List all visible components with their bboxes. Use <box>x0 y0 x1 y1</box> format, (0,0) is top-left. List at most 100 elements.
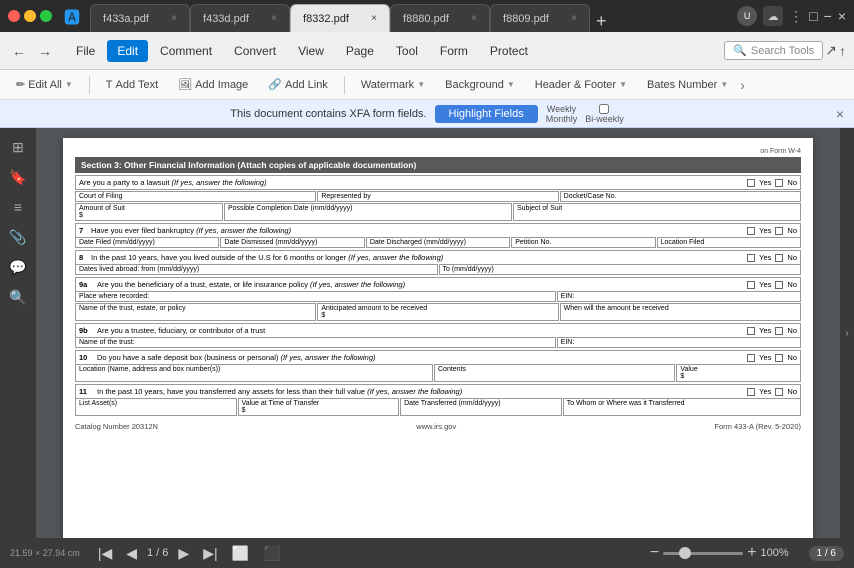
add-image-button[interactable]: 🖼 Add Image <box>170 75 256 94</box>
tab-f8880[interactable]: f8880.pdf × <box>390 4 490 32</box>
restore-button[interactable]: □ <box>809 8 817 24</box>
tab-f8332[interactable]: f8332.pdf × <box>290 4 390 32</box>
lawsuit-no-cb[interactable] <box>775 179 783 187</box>
value-transfer-field[interactable]: Value at Time of Transfer$ <box>238 398 400 416</box>
location-box-field[interactable]: Location (Name, address and box number(s… <box>75 364 433 382</box>
tab-f8809[interactable]: f8809.pdf × <box>490 4 590 32</box>
next-page-button[interactable]: ▶ <box>174 543 193 564</box>
lawsuit-yes-cb[interactable] <box>747 179 755 187</box>
zoom-in-button[interactable]: + <box>747 544 756 562</box>
watermark-button[interactable]: Watermark ▼ <box>353 76 433 94</box>
tab-close-f433a[interactable]: × <box>171 13 177 24</box>
sidebar-layers-icon[interactable]: ≡ <box>7 196 29 218</box>
first-page-button[interactable]: |◀ <box>94 543 116 564</box>
date-dismissed-field[interactable]: Date Dismissed (mm/dd/yyyy) <box>220 237 364 248</box>
fit-page-button[interactable]: ⬜ <box>228 543 253 564</box>
q8-no-cb[interactable] <box>775 254 783 262</box>
tab-close-f8332[interactable]: × <box>371 13 377 24</box>
more-options-icon[interactable]: ⋮ <box>789 8 803 25</box>
q7-no-cb[interactable] <box>775 227 783 235</box>
close-button[interactable]: × <box>838 8 846 24</box>
zoom-out-button[interactable]: − <box>650 544 659 562</box>
user-avatar[interactable]: U <box>737 6 757 26</box>
ein-field-9a[interactable]: EIN: <box>557 291 801 302</box>
xfa-close-button[interactable]: × <box>836 106 844 122</box>
add-link-button[interactable]: 🔗 Add Link <box>260 75 336 94</box>
date-filed-field[interactable]: Date Filed (mm/dd/yyyy) <box>75 237 219 248</box>
edit-all-button[interactable]: ✏ Edit All ▼ <box>8 75 81 94</box>
amount-suit-field[interactable]: Amount of Suit$ <box>75 203 223 221</box>
window-controls[interactable] <box>8 10 52 22</box>
header-footer-button[interactable]: Header & Footer ▼ <box>527 76 635 94</box>
menu-form[interactable]: Form <box>430 40 478 62</box>
subject-suit-field[interactable]: Subject of Suit <box>513 203 801 221</box>
date-discharged-field[interactable]: Date Discharged (mm/dd/yyyy) <box>366 237 510 248</box>
cloud-icon[interactable]: ☁ <box>763 6 783 26</box>
window-min-btn[interactable] <box>24 10 36 22</box>
tab-f433a[interactable]: f433a.pdf × <box>90 4 190 32</box>
court-of-filing-field[interactable]: Court of Filing <box>75 191 316 202</box>
minimize-button[interactable]: − <box>824 8 832 24</box>
last-page-button[interactable]: ▶| <box>199 543 221 564</box>
back-button[interactable]: ← <box>8 41 30 61</box>
more-tools-icon[interactable]: › <box>740 77 745 93</box>
anticipated-amount-field[interactable]: Anticipated amount to be received$ <box>317 303 558 321</box>
window-max-btn[interactable] <box>40 10 52 22</box>
box-value-field[interactable]: Value$ <box>676 364 801 382</box>
sidebar-search-icon[interactable]: 🔍 <box>7 286 29 308</box>
q9b-no-cb[interactable] <box>775 327 783 335</box>
prev-page-button[interactable]: ◀ <box>122 543 141 564</box>
search-area[interactable]: 🔍 Search Tools <box>724 41 823 60</box>
tab-close-f8809[interactable]: × <box>571 13 577 24</box>
add-text-button[interactable]: T Add Text <box>98 76 166 94</box>
zoom-slider[interactable] <box>663 552 743 555</box>
q8-yes-cb[interactable] <box>747 254 755 262</box>
q9a-yes-cb[interactable] <box>747 281 755 289</box>
menu-comment[interactable]: Comment <box>150 40 222 62</box>
menu-view[interactable]: View <box>288 40 334 62</box>
q9a-no-cb[interactable] <box>775 281 783 289</box>
q9b-yes-cb[interactable] <box>747 327 755 335</box>
highlight-fields-button[interactable]: Highlight Fields <box>435 105 538 123</box>
date-transferred-field[interactable]: Date Transferred (mm/dd/yyyy) <box>400 398 562 416</box>
forward-button[interactable]: → <box>34 41 56 61</box>
background-button[interactable]: Background ▼ <box>437 76 523 94</box>
biweekly-checkbox[interactable] <box>599 104 609 114</box>
q10-yes-cb[interactable] <box>747 354 755 362</box>
fit-width-button[interactable]: ⬛ <box>259 543 284 564</box>
sidebar-attachments-icon[interactable]: 📎 <box>7 226 29 248</box>
ein-9b-field[interactable]: EIN: <box>557 337 801 348</box>
completion-date-field[interactable]: Possible Completion Date (mm/dd/yyyy) <box>224 203 512 221</box>
new-tab-button[interactable]: + <box>590 11 613 32</box>
trust-name-field[interactable]: Name of the trust, estate, or policy <box>75 303 316 321</box>
menu-protect[interactable]: Protect <box>480 40 538 62</box>
sidebar-comments-icon[interactable]: 💬 <box>7 256 29 278</box>
q10-no-cb[interactable] <box>775 354 783 362</box>
document-area[interactable]: on Form W-4 Section 3: Other Financial I… <box>36 128 840 538</box>
bates-number-button[interactable]: Bates Number ▼ <box>639 76 736 94</box>
place-recorded-field[interactable]: Place where recorded: <box>75 291 556 302</box>
right-sidebar-handle[interactable]: › <box>840 128 854 538</box>
to-whom-field[interactable]: To Whom or Where was it Transferred <box>563 398 801 416</box>
q11-no-cb[interactable] <box>775 388 783 396</box>
dates-lived-from-field[interactable]: Dates lived abroad: from (mm/dd/yyyy) <box>75 264 438 275</box>
docket-case-field[interactable]: Docket/Case No. <box>560 191 801 202</box>
petition-no-field[interactable]: Petition No. <box>511 237 655 248</box>
list-assets-field[interactable]: List Asset(s) <box>75 398 237 416</box>
menu-convert[interactable]: Convert <box>224 40 286 62</box>
menu-page[interactable]: Page <box>336 40 384 62</box>
trust-name-9b-field[interactable]: Name of the trust: <box>75 337 556 348</box>
tab-close-f8880[interactable]: × <box>471 13 477 24</box>
external-link-icon[interactable]: ↗ <box>825 42 837 59</box>
contents-field[interactable]: Contents <box>434 364 675 382</box>
menu-tool[interactable]: Tool <box>386 40 428 62</box>
sidebar-pages-icon[interactable]: ⊞ <box>7 136 29 158</box>
q11-yes-cb[interactable] <box>747 388 755 396</box>
q7-yes-cb[interactable] <box>747 227 755 235</box>
tab-f433d[interactable]: f433d.pdf × <box>190 4 290 32</box>
tab-close-f433d[interactable]: × <box>271 13 277 24</box>
dates-lived-to-field[interactable]: To (mm/dd/yyyy) <box>439 264 802 275</box>
location-filed-field[interactable]: Location Filed <box>657 237 801 248</box>
window-close-btn[interactable] <box>8 10 20 22</box>
share-icon[interactable]: ↑ <box>839 43 846 59</box>
